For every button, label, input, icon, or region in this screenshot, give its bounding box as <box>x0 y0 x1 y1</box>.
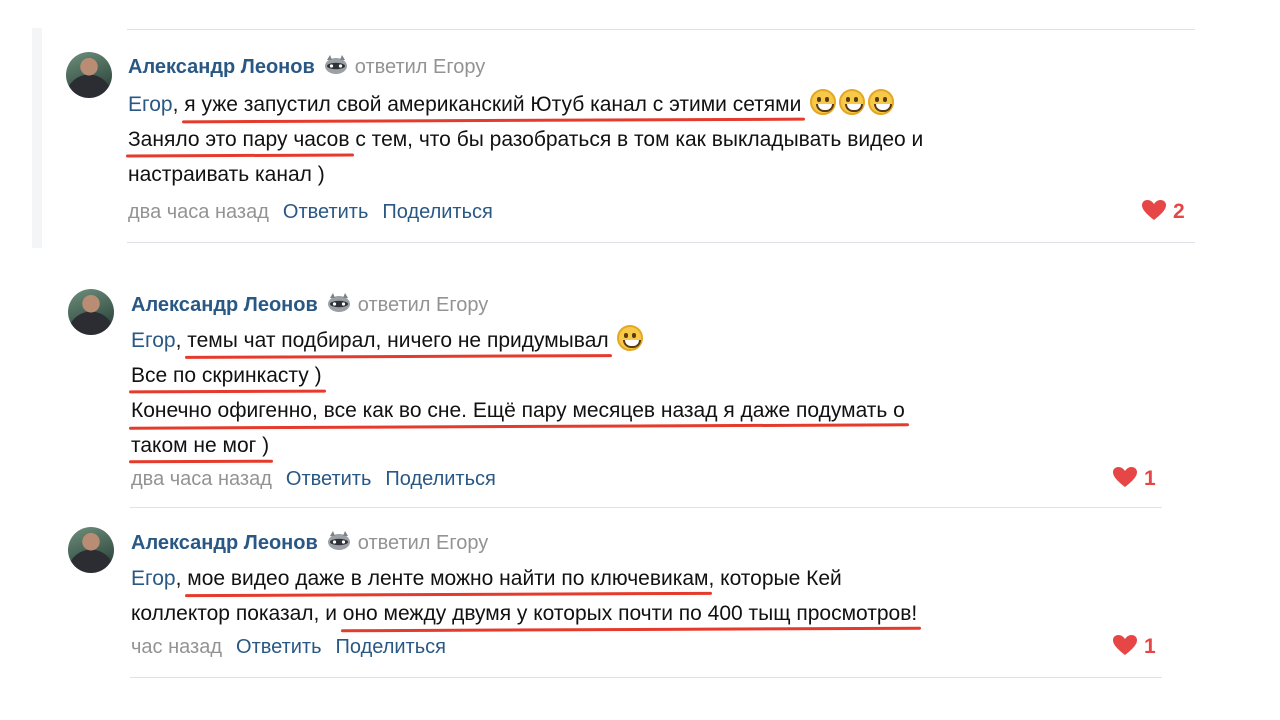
comment-meta: час назад Ответить Поделиться <box>131 634 446 660</box>
comment-body: Егор, мое видео даже в ленте можно найти… <box>131 561 917 631</box>
comment-line: Егор, я уже запустил свой американский Ю… <box>128 87 923 122</box>
comment-header: Александр Леонов ответил Егору <box>128 54 485 83</box>
mention-link[interactable]: Егор <box>128 93 173 116</box>
grinning-emoji-icon <box>839 89 866 115</box>
underlined-text: темы чат подбирал, ничего не придумывал <box>187 329 609 352</box>
comment-body: Егор, я уже запустил свой американский Ю… <box>128 87 923 192</box>
divider <box>127 29 1195 30</box>
heart-icon <box>1112 634 1138 663</box>
grinning-emoji-icon <box>810 89 837 115</box>
author-link[interactable]: Александр Леонов <box>131 532 318 554</box>
line-text: , темы чат подбирал, ничего не придумыва… <box>176 329 615 352</box>
underlined-text: я уже запустил свой американский Ютуб ка… <box>184 93 802 116</box>
like-count: 2 <box>1173 200 1185 223</box>
avatar[interactable] <box>68 289 114 335</box>
replied-to: ответил Егору <box>357 532 489 554</box>
comment-body: Егор, темы чат подбирал, ничего не приду… <box>131 323 905 463</box>
author-link[interactable]: Александр Леонов <box>131 294 318 316</box>
like-count: 1 <box>1144 635 1156 658</box>
text-segment <box>801 93 807 116</box>
timestamp[interactable]: час назад <box>131 636 222 658</box>
author-link[interactable]: Александр Леонов <box>128 56 315 78</box>
comment-line: Заняло это пару часов с тем, что бы разо… <box>128 122 923 157</box>
underlined-text: таком не мог ) <box>131 434 270 457</box>
heart-icon <box>1141 199 1167 228</box>
share-button[interactable]: Поделиться <box>385 468 495 490</box>
comment-line: Егор, темы чат подбирал, ничего не приду… <box>131 323 905 358</box>
underlined-text: мое видео даже в ленте можно найти по кл… <box>187 567 709 590</box>
share-button[interactable]: Поделиться <box>336 636 446 658</box>
reply-button[interactable]: Ответить <box>283 201 369 223</box>
text-segment: настраивать канал ) <box>128 163 325 186</box>
like-button[interactable]: 1 <box>1112 466 1156 495</box>
text-segment: , <box>175 329 188 352</box>
line-text: , мое видео даже в ленте можно найти по … <box>176 567 842 590</box>
reply-button[interactable]: Ответить <box>236 636 322 658</box>
replied-to: ответил Егору <box>357 294 489 316</box>
text-segment: , которые Кей <box>708 567 842 590</box>
comment-line: таком не мог ) <box>131 428 905 463</box>
comment-header: Александр Леонов ответил Егору <box>131 292 488 321</box>
share-button[interactable]: Поделиться <box>382 201 492 223</box>
divider <box>127 242 1195 243</box>
like-button[interactable]: 1 <box>1112 634 1156 663</box>
mention-link[interactable]: Егор <box>131 567 176 590</box>
heart-icon <box>1112 466 1138 495</box>
text-segment: коллектор показал, и <box>131 602 343 625</box>
avatar[interactable] <box>66 52 112 98</box>
reply-button[interactable]: Ответить <box>286 468 372 490</box>
comment-line: настраивать канал ) <box>128 157 923 192</box>
grinning-emoji-icon <box>617 325 644 351</box>
comment-meta: два часа назад Ответить Поделиться <box>131 466 496 492</box>
underlined-text: Все по скринкасту ) <box>131 364 322 387</box>
timestamp[interactable]: два часа назад <box>131 468 272 490</box>
raccoon-icon <box>326 292 352 321</box>
grinning-emoji-icon <box>868 89 895 115</box>
comment-line: Все по скринкасту ) <box>131 358 905 393</box>
replied-to: ответил Егору <box>354 56 486 78</box>
mention-link[interactable]: Егор <box>131 329 176 352</box>
left-bar <box>32 28 42 248</box>
text-segment: , <box>172 93 185 116</box>
underlined-text: Конечно офигенно, все как во сне. Ещё па… <box>131 399 905 422</box>
timestamp[interactable]: два часа назад <box>128 201 269 223</box>
divider <box>130 677 1162 678</box>
comment-line: Егор, мое видео даже в ленте можно найти… <box>131 561 917 596</box>
text-segment <box>609 329 615 352</box>
text-segment: , <box>175 567 188 590</box>
raccoon-icon <box>326 530 352 559</box>
comment-line: Конечно офигенно, все как во сне. Ещё па… <box>131 393 905 428</box>
comment-meta: два часа назад Ответить Поделиться <box>128 199 493 225</box>
divider <box>130 507 1162 508</box>
underlined-text: Заняло это пару часов <box>128 128 350 151</box>
like-count: 1 <box>1144 467 1156 490</box>
text-segment: с тем, что бы разобраться в том как выкл… <box>349 128 924 151</box>
line-text: , я уже запустил свой американский Ютуб … <box>173 93 808 116</box>
comment-header: Александр Леонов ответил Егору <box>131 530 488 559</box>
comment-line: коллектор показал, и оно между двумя у к… <box>131 596 917 631</box>
avatar[interactable] <box>68 527 114 573</box>
like-button[interactable]: 2 <box>1141 199 1185 228</box>
underlined-text: оно между двумя у которых почти по 400 т… <box>342 602 918 625</box>
raccoon-icon <box>323 54 349 83</box>
